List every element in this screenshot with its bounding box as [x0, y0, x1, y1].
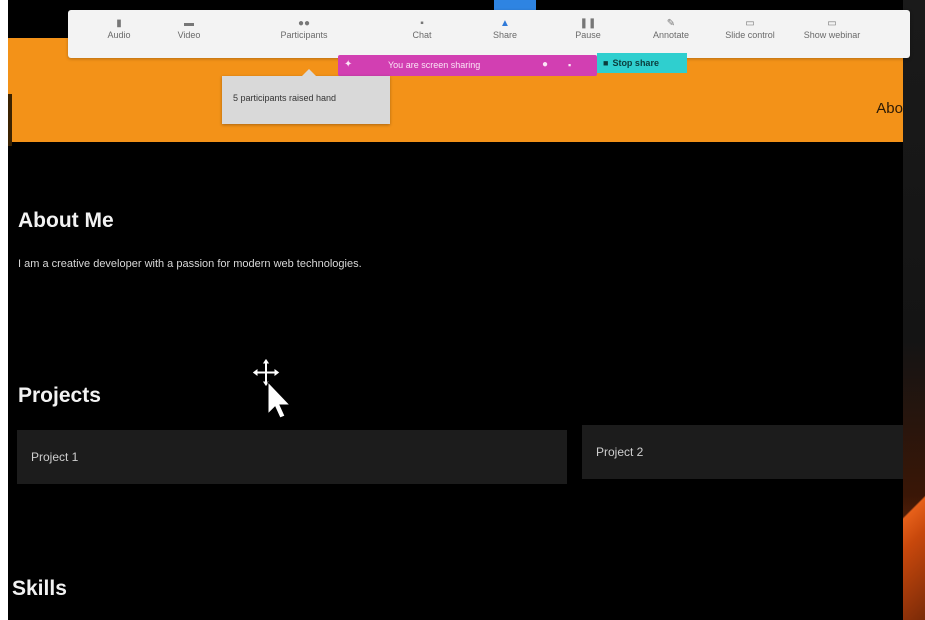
toolbar-audio-button[interactable]: ▮ Audio	[90, 10, 148, 58]
stop-icon: ■	[603, 58, 609, 68]
microphone-icon: ▮	[116, 18, 122, 29]
security-shield-icon[interactable]: ●	[542, 59, 548, 70]
stop-share-label: Stop share	[612, 58, 659, 68]
toolbar-annotate-label: Annotate	[652, 30, 690, 40]
screen-sharing-banner[interactable]: ✦ You are screen sharing ● ▪	[338, 55, 597, 76]
screen-sharing-text: You are screen sharing	[388, 60, 481, 70]
about-description: I am a creative developer with a passion…	[18, 258, 362, 270]
toolbar-annotate-button[interactable]: ✎ Annotate	[636, 10, 706, 58]
about-heading: About Me	[18, 209, 114, 232]
toolbar-chat-label: Chat	[412, 30, 432, 40]
toolbar-video-label: Video	[177, 30, 201, 40]
raised-hand-text: 5 participants raised hand	[233, 93, 337, 103]
slide-control-icon: ▭	[745, 18, 755, 29]
share-options-icon[interactable]: ▪	[568, 60, 571, 70]
toolbar-show-webinar-label: Show webinar	[803, 30, 861, 40]
toolbar-video-button[interactable]: ▬ Video	[160, 10, 218, 58]
toolbar-share-label: Share	[492, 30, 518, 40]
pause-icon: ❚❚	[579, 18, 597, 29]
pin-icon: ✦	[344, 59, 353, 70]
annotate-icon: ✎	[666, 18, 676, 29]
header-edge-marker	[8, 94, 12, 146]
project-card-2[interactable]: Project 2	[582, 425, 903, 479]
video-camera-icon: ▬	[184, 18, 194, 29]
show-webinar-icon: ▭	[827, 18, 837, 29]
nav-link-about[interactable]: Abo	[876, 100, 903, 117]
toolbar-share-button[interactable]: ▲ Share	[480, 10, 530, 58]
toolbar-slide-control-button[interactable]: ▭ Slide control	[708, 10, 792, 58]
toolbar-chat-button[interactable]: ▪ Chat	[400, 10, 444, 58]
toolbar-pause-label: Pause	[575, 30, 601, 40]
toolbar-audio-label: Audio	[107, 30, 131, 40]
projects-heading: Projects	[18, 384, 101, 407]
meeting-toolbar: ▮ Audio ▬ Video ●● Participants ▪ Chat ▲…	[68, 10, 910, 58]
project-card-1[interactable]: Project 1	[17, 430, 567, 484]
toolbar-participants-label: Participants	[280, 30, 328, 40]
toolbar-pause-button[interactable]: ❚❚ Pause	[564, 10, 612, 58]
stop-share-button[interactable]: ■ Stop share	[597, 53, 687, 73]
toolbar-participants-button[interactable]: ●● Participants	[264, 10, 344, 58]
raised-hand-notification: 5 participants raised hand	[222, 69, 390, 124]
move-cursor-icon	[251, 358, 290, 419]
shared-browser-window: Abo About Me I am a creative developer w…	[8, 0, 903, 620]
chat-icon: ▪	[420, 18, 424, 29]
skills-heading: Skills	[12, 577, 67, 600]
share-screen-icon: ▲	[500, 18, 510, 29]
participants-icon: ●●	[297, 18, 311, 29]
toolbar-show-webinar-button[interactable]: ▭ Show webinar	[790, 10, 874, 58]
toolbar-slide-control-label: Slide control	[725, 30, 775, 40]
